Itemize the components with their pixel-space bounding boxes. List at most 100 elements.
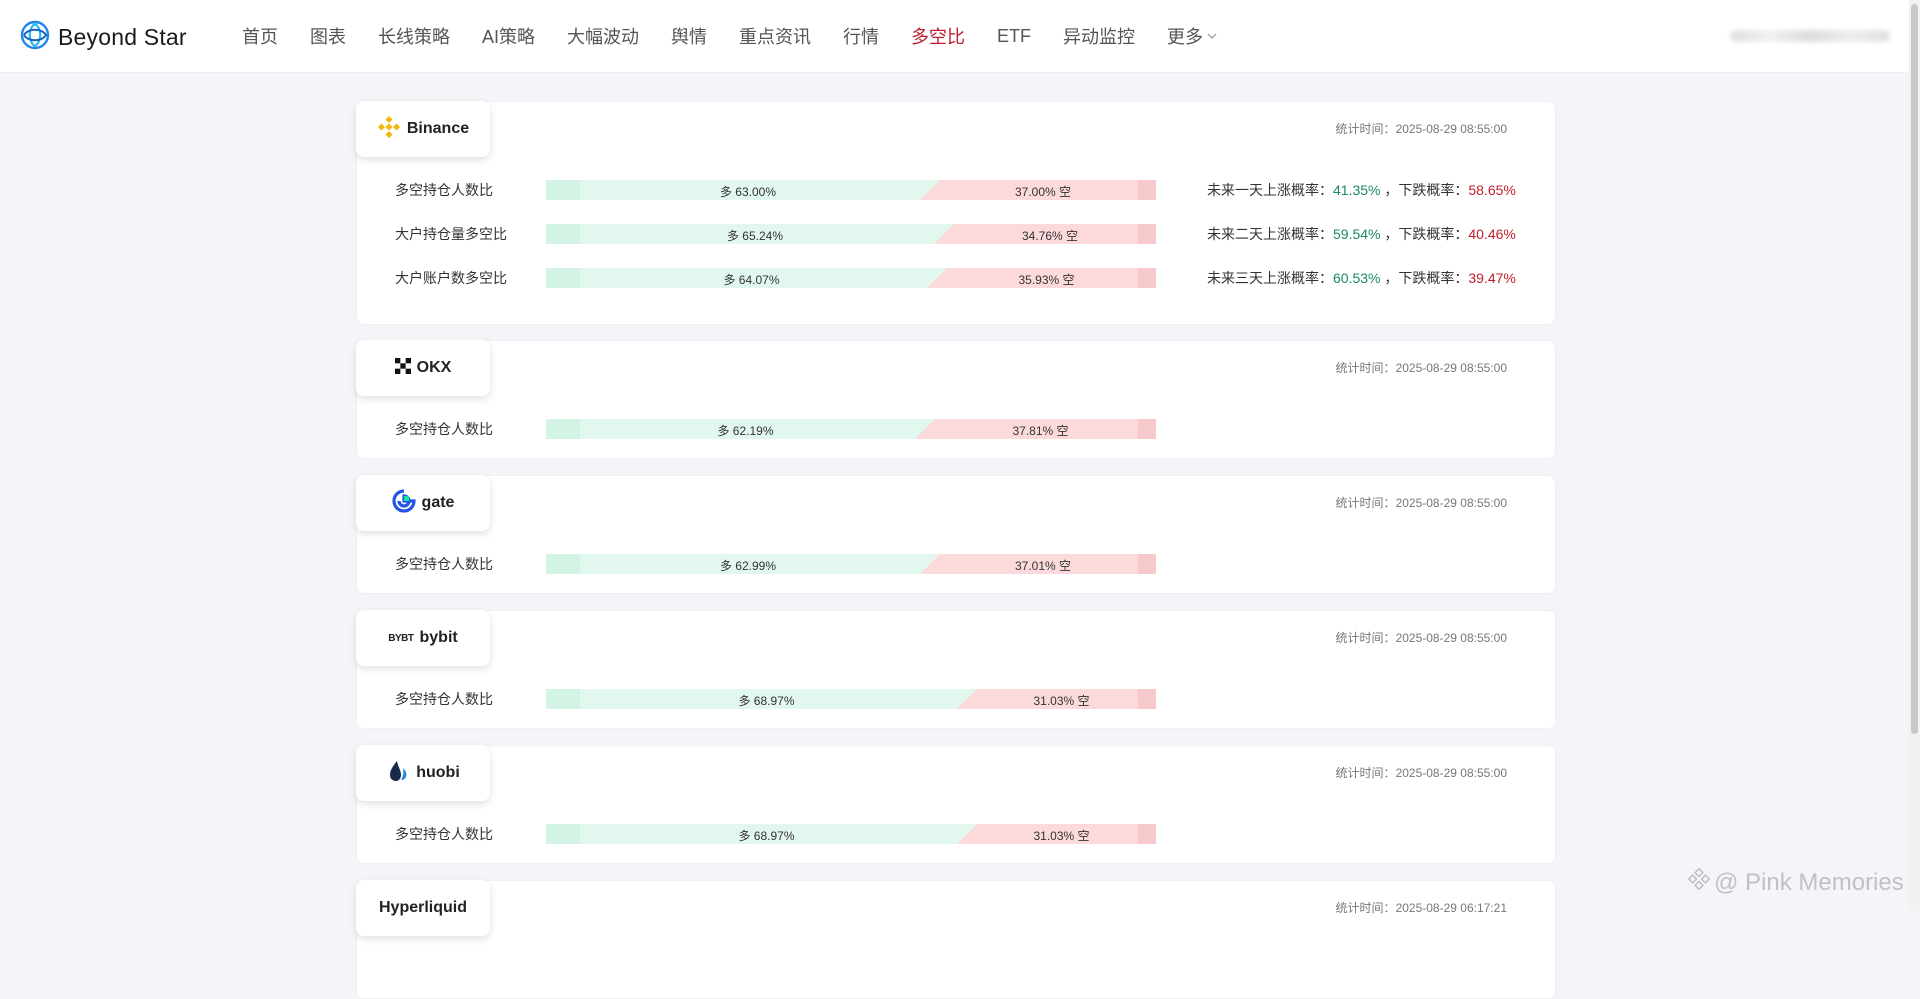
nav-item-ai-strategy[interactable]: AI策略 bbox=[482, 23, 535, 49]
main-nav: 首页 图表 长线策略 AI策略 大幅波动 舆情 重点资讯 行情 多空比 ETF … bbox=[242, 0, 1249, 72]
watermark-text: @ Pink Memories bbox=[1714, 868, 1904, 896]
exchange-name: bybit bbox=[419, 629, 458, 646]
ratio-bar: 多 65.24% 34.76% 空 bbox=[546, 224, 1156, 244]
ratio-label: 多空持仓人数比 bbox=[395, 182, 493, 198]
ratio-label: 大户持仓量多空比 bbox=[395, 226, 507, 242]
watermark-logo-icon bbox=[1687, 867, 1711, 897]
nav-item-more[interactable]: 更多 bbox=[1167, 23, 1217, 49]
nav-item-big-volatility[interactable]: 大幅波动 bbox=[567, 23, 639, 49]
forecast-1d: 未来一天上涨概率：41.35% ，下跌概率：58.65% bbox=[1207, 182, 1516, 198]
ratio-row: 多空持仓人数比 多 62.19% 37.81% 空 bbox=[357, 417, 1555, 439]
nav-more-label: 更多 bbox=[1167, 27, 1204, 47]
long-segment-edge bbox=[546, 689, 580, 709]
exchange-name: OKX bbox=[416, 359, 452, 376]
stat-time: 统计时间：2025-08-29 06:17:21 bbox=[1335, 901, 1507, 915]
exchange-card-hyperliquid: Hyperliquid 统计时间：2025-08-29 06:17:21 bbox=[356, 880, 1556, 999]
exchange-card-binance: Binance 统计时间：2025-08-29 08:55:00 多空持仓人数比… bbox=[356, 101, 1556, 325]
down-probability: 40.46% bbox=[1468, 226, 1516, 242]
long-percent-label: 多 68.97% bbox=[738, 694, 795, 708]
brand-name: Beyond Star bbox=[58, 24, 187, 50]
ratio-bar: 多 62.99% 37.01% 空 bbox=[546, 554, 1156, 574]
nav-item-charts[interactable]: 图表 bbox=[310, 23, 346, 49]
page-scrollbar[interactable] bbox=[1909, 0, 1920, 911]
ratio-bar: 多 64.07% 35.93% 空 bbox=[546, 268, 1156, 288]
long-segment-edge bbox=[546, 554, 580, 574]
up-probability: 59.54% bbox=[1333, 226, 1381, 242]
exchange-name: gate bbox=[421, 494, 455, 511]
exchange-tab-okx[interactable]: OKX bbox=[356, 340, 490, 396]
short-segment-edge bbox=[1138, 689, 1156, 709]
watermark: @ Pink Memories bbox=[1687, 867, 1904, 897]
short-segment-edge bbox=[1138, 554, 1156, 574]
short-segment-edge bbox=[1138, 180, 1156, 200]
short-percent-label: 31.03% 空 bbox=[1033, 829, 1090, 843]
beyond-star-logo-icon bbox=[20, 20, 50, 55]
exchange-card-huobi: huobi 统计时间：2025-08-29 08:55:00 多空持仓人数比 多… bbox=[356, 745, 1556, 864]
chevron-down-icon bbox=[1207, 29, 1217, 43]
long-segment-edge bbox=[546, 824, 580, 844]
long-segment-edge bbox=[546, 180, 580, 200]
scrollbar-thumb[interactable] bbox=[1911, 4, 1918, 734]
okx-logo-icon bbox=[394, 357, 411, 379]
ratio-label: 大户账户数多空比 bbox=[395, 270, 507, 286]
short-segment-edge bbox=[1138, 268, 1156, 288]
bybit-logo-icon: BYBT bbox=[388, 632, 414, 644]
short-percent-label: 37.81% 空 bbox=[1012, 424, 1069, 438]
short-percent-label: 37.00% 空 bbox=[1014, 185, 1072, 199]
top-nav-bar: Beyond Star 首页 图表 长线策略 AI策略 大幅波动 舆情 重点资讯… bbox=[0, 0, 1920, 73]
brand-logo[interactable]: Beyond Star bbox=[20, 20, 187, 55]
nav-item-sentiment[interactable]: 舆情 bbox=[671, 23, 707, 49]
exchange-name: huobi bbox=[416, 764, 460, 781]
stat-time: 统计时间：2025-08-29 08:55:00 bbox=[1335, 631, 1507, 645]
nav-item-etf[interactable]: ETF bbox=[997, 26, 1031, 47]
forecast-3d: 未来三天上涨概率：60.53% ，下跌概率：39.47% bbox=[1207, 270, 1516, 286]
short-segment-edge bbox=[1138, 224, 1156, 244]
long-percent-label: 多 64.07% bbox=[723, 273, 780, 287]
nav-item-long-term-strategy[interactable]: 长线策略 bbox=[378, 23, 450, 49]
ratio-row: 多空持仓人数比 多 68.97% 31.03% 空 bbox=[357, 822, 1555, 844]
exchange-card-okx: OKX 统计时间：2025-08-29 08:55:00 多空持仓人数比 多 6… bbox=[356, 340, 1556, 459]
nav-item-market[interactable]: 行情 bbox=[843, 23, 879, 49]
nav-item-anomaly-monitor[interactable]: 异动监控 bbox=[1063, 23, 1135, 49]
exchange-tab-huobi[interactable]: huobi bbox=[356, 745, 490, 801]
down-probability: 39.47% bbox=[1468, 270, 1516, 286]
ratio-bar: 多 68.97% 31.03% 空 bbox=[546, 824, 1156, 844]
ratio-label: 多空持仓人数比 bbox=[395, 421, 493, 437]
ratio-bar: 多 62.19% 37.81% 空 bbox=[546, 419, 1156, 439]
ratio-label: 多空持仓人数比 bbox=[395, 691, 493, 707]
nav-item-key-news[interactable]: 重点资讯 bbox=[739, 23, 811, 49]
user-account-blurred[interactable] bbox=[1730, 30, 1890, 42]
exchange-tab-hyperliquid[interactable]: Hyperliquid bbox=[356, 880, 490, 936]
short-percent-label: 31.03% 空 bbox=[1033, 694, 1090, 708]
ratio-row: 多空持仓人数比 多 63.00% 37.00% 空 未来一天上涨概率：41.35%… bbox=[357, 178, 1555, 200]
stat-time: 统计时间：2025-08-29 08:55:00 bbox=[1335, 122, 1507, 136]
short-percent-label: 37.01% 空 bbox=[1014, 559, 1072, 573]
exchange-card-bybit: BYBT bybit 统计时间：2025-08-29 08:55:00 多空持仓… bbox=[356, 610, 1556, 729]
nav-item-home[interactable]: 首页 bbox=[242, 23, 278, 49]
nav-item-long-short-ratio[interactable]: 多空比 bbox=[911, 23, 965, 49]
long-percent-label: 多 62.99% bbox=[719, 559, 777, 573]
exchange-name: Binance bbox=[406, 120, 470, 137]
long-segment-edge bbox=[546, 419, 580, 439]
exchange-tab-gate[interactable]: gate bbox=[356, 475, 490, 531]
stat-time: 统计时间：2025-08-29 08:55:00 bbox=[1335, 766, 1507, 780]
exchange-card-gate: gate 统计时间：2025-08-29 08:55:00 多空持仓人数比 多 … bbox=[356, 475, 1556, 594]
down-probability: 58.65% bbox=[1468, 182, 1516, 198]
long-percent-label: 多 63.00% bbox=[719, 185, 777, 199]
ratio-row: 大户账户数多空比 多 64.07% 35.93% 空 未来三天上涨概率：60.53… bbox=[357, 266, 1555, 288]
exchange-tab-binance[interactable]: Binance bbox=[356, 101, 490, 157]
short-percent-label: 35.93% 空 bbox=[1018, 273, 1075, 287]
up-probability: 41.35% bbox=[1333, 182, 1381, 198]
ratio-bar: 多 63.00% 37.00% 空 bbox=[546, 180, 1156, 200]
up-probability: 60.53% bbox=[1333, 270, 1381, 286]
short-percent-label: 34.76% 空 bbox=[1021, 229, 1079, 243]
gate-logo-icon bbox=[391, 488, 416, 518]
exchange-tab-bybit[interactable]: BYBT bybit bbox=[356, 610, 490, 666]
long-segment-edge bbox=[546, 268, 580, 288]
ratio-row: 多空持仓人数比 多 68.97% 31.03% 空 bbox=[357, 687, 1555, 709]
ratio-row: 大户持仓量多空比 多 65.24% 34.76% 空 未来二天上涨概率：59.54… bbox=[357, 222, 1555, 244]
short-segment-edge bbox=[1138, 824, 1156, 844]
long-percent-label: 多 62.19% bbox=[717, 424, 774, 438]
long-percent-label: 多 68.97% bbox=[738, 829, 795, 843]
ratio-bar: 多 68.97% 31.03% 空 bbox=[546, 689, 1156, 709]
